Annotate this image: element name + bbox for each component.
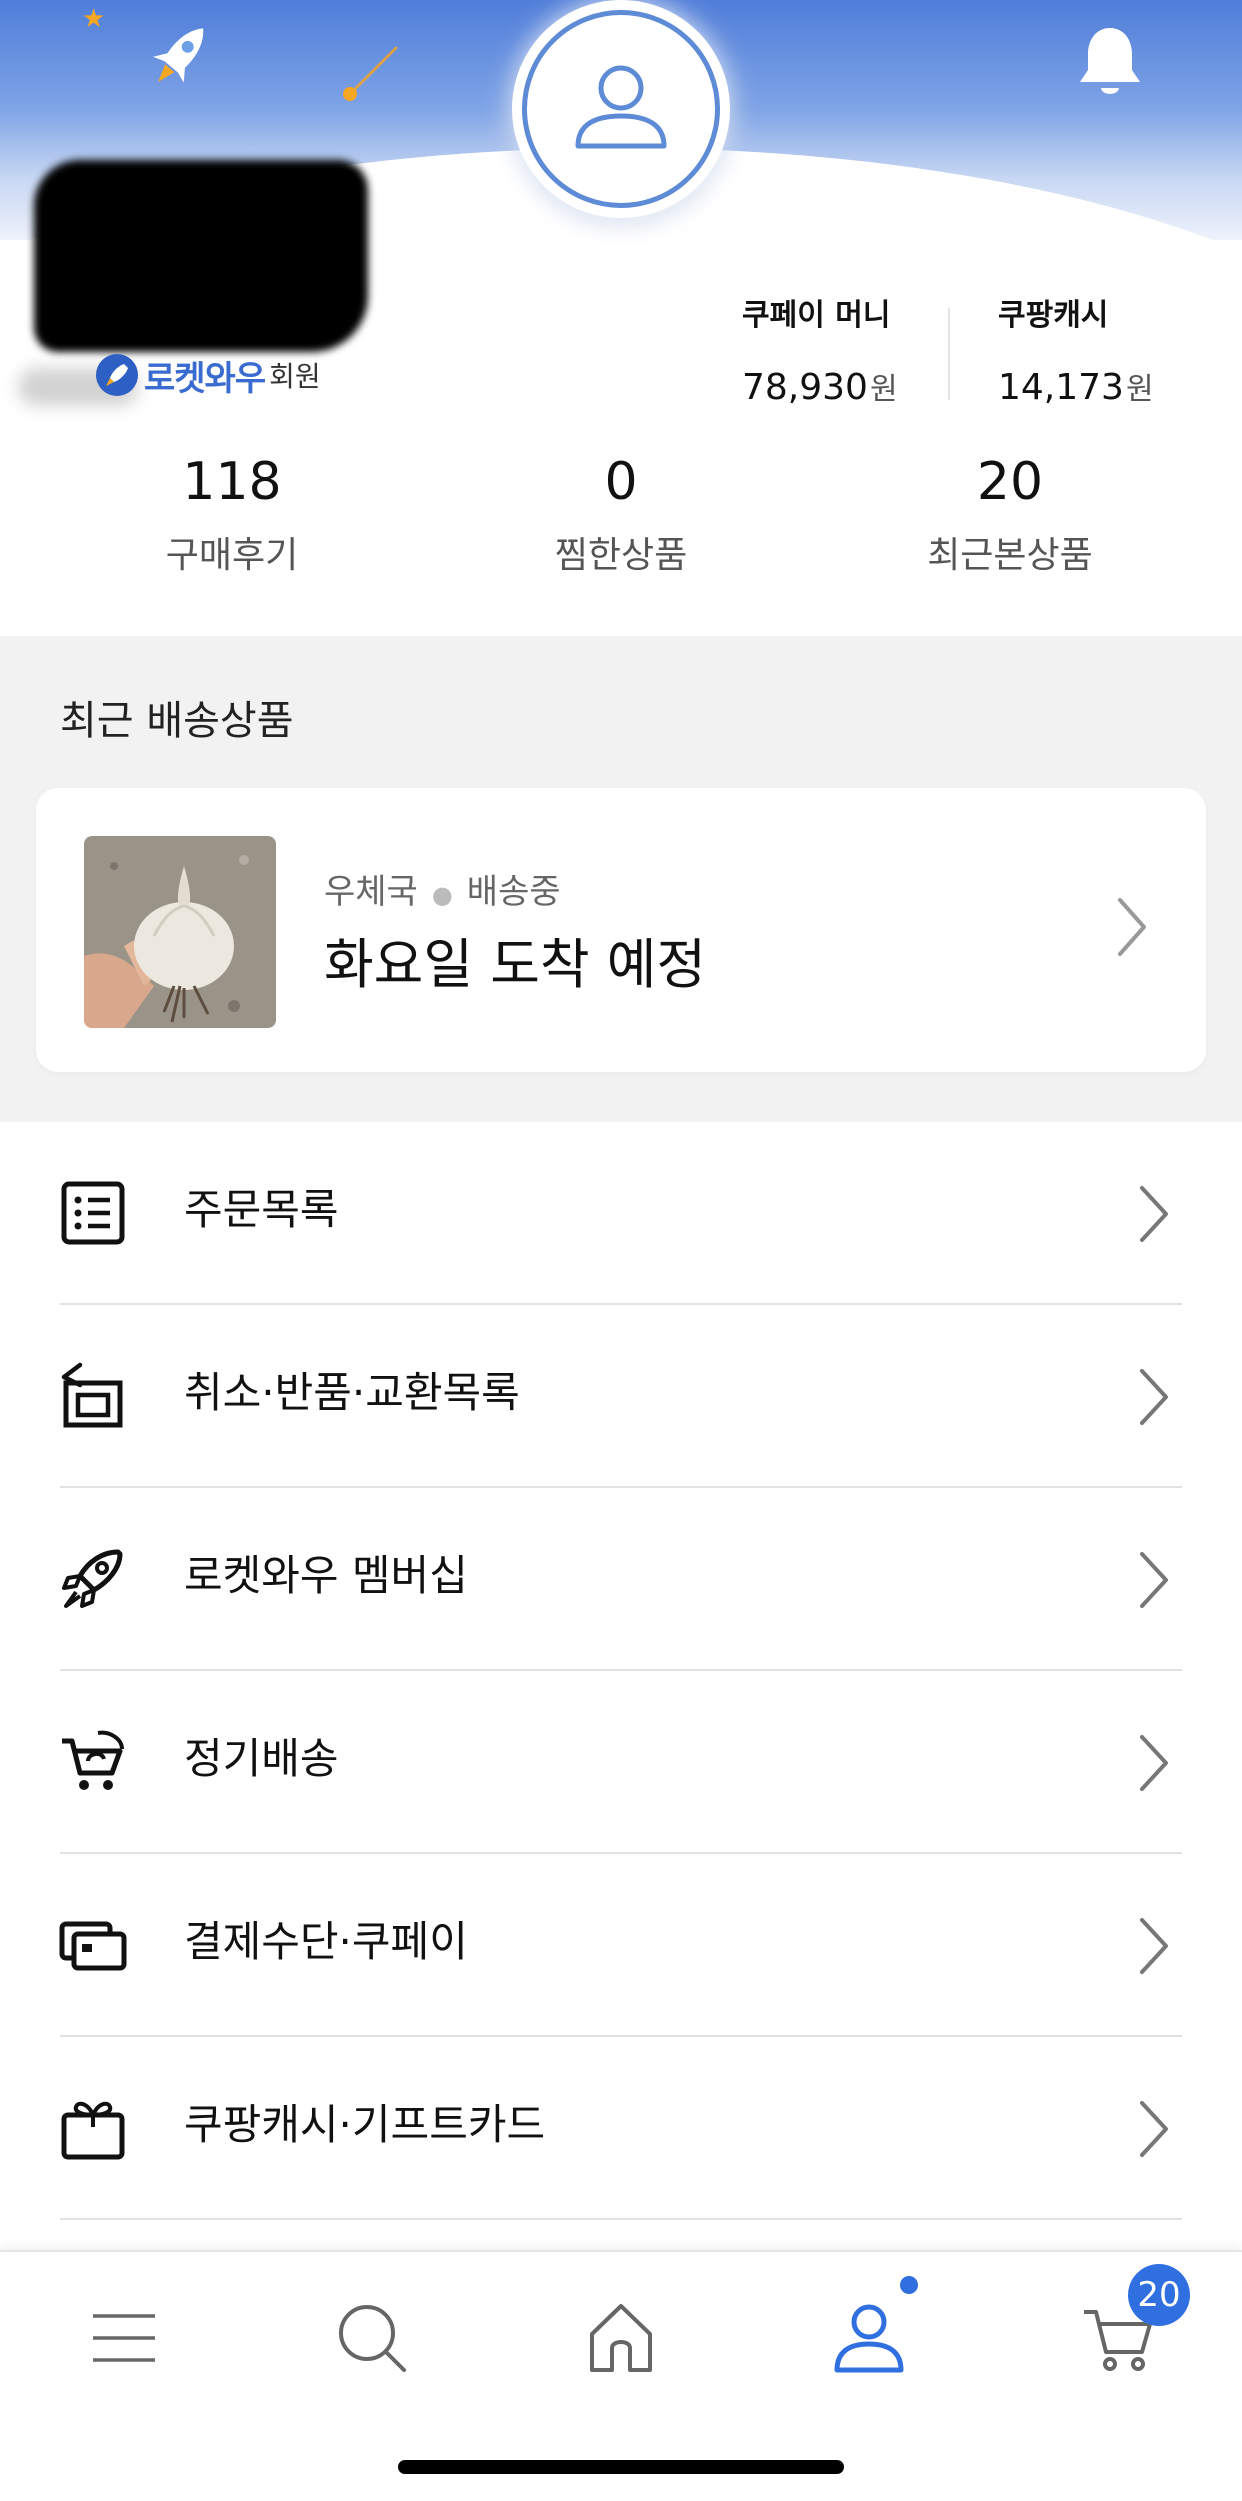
return-icon: [61, 1362, 123, 1428]
membership-suffix: 회원: [269, 360, 321, 393]
home-indicator[interactable]: [398, 2460, 844, 2474]
redacted-user-name: [34, 160, 368, 352]
coupay-money[interactable]: 쿠페이 머니 78,930원: [742, 290, 898, 408]
menu-item-payment-coupay[interactable]: 결제수단·쿠페이: [0, 1854, 1242, 2037]
order-list-icon: [61, 1181, 125, 1245]
coupay-money-value: 78,930원: [742, 364, 898, 408]
my-page-menu: 주문목록 취소·반품·교환목록 로켓와우 멤버십 정기배송 결제수단·쿠페이 쿠…: [0, 1122, 1242, 2220]
chevron-right-icon: [1140, 1918, 1168, 1974]
recent-delivery-title: 최근 배송상품: [60, 698, 294, 744]
nav-search-button[interactable]: [322, 2288, 422, 2388]
product-thumbnail: [84, 836, 276, 1028]
menu-item-label: 쿠팡캐시·기프트카드: [184, 2100, 546, 2149]
nav-home-button[interactable]: [571, 2288, 671, 2388]
menu-item-order-list[interactable]: 주문목록: [0, 1122, 1242, 1305]
stat-reviews-label: 구매후기: [165, 535, 299, 576]
balance-divider: [948, 308, 950, 400]
coupang-cash-value: 14,173원: [998, 364, 1154, 408]
activity-stats: 118 구매후기 0 찜한상품 20 최근본상품: [0, 450, 1242, 590]
rocket-wow-icon: [96, 354, 138, 396]
delivery-card[interactable]: 우체국 ● 배송중 화요일 도착 예정: [36, 788, 1206, 1072]
chevron-right-icon: [1118, 898, 1146, 956]
coupay-money-label: 쿠페이 머니: [742, 298, 891, 333]
stat-wishlist-label: 찜한상품: [554, 535, 688, 576]
recent-delivery-section: 최근 배송상품 우체국 ● 배송중 화요일 도착 예정: [0, 636, 1242, 1122]
chevron-right-icon: [1140, 2101, 1168, 2157]
chevron-right-icon: [1140, 1735, 1168, 1791]
stat-wishlist-count: 0: [604, 452, 638, 512]
profile-avatar[interactable]: [512, 0, 730, 218]
nav-my-page-button[interactable]: [819, 2288, 919, 2388]
delivery-carrier: 우체국: [324, 872, 418, 912]
star-decoration-icon: ★: [82, 4, 106, 34]
rocket-decoration-icon: [153, 28, 204, 83]
delivery-status: 배송중: [466, 872, 561, 912]
delivery-eta: 화요일 도착 예정: [324, 933, 707, 996]
chevron-right-icon: [1140, 1552, 1168, 1608]
delivery-carrier-status: 우체국 ● 배송중: [324, 864, 561, 913]
nav-menu-button[interactable]: [74, 2288, 174, 2388]
menu-item-label: 로켓와우 멤버십: [184, 1551, 468, 1600]
coupang-cash-amount: 14,173: [998, 367, 1124, 408]
payment-card-icon: [59, 1921, 127, 1971]
comet-decoration-icon: [343, 46, 398, 101]
chevron-right-icon: [1140, 1369, 1168, 1425]
menu-item-subscription[interactable]: 정기배송: [0, 1671, 1242, 1854]
coupay-money-amount: 78,930: [742, 367, 868, 408]
subscription-cart-icon: [62, 1730, 124, 1790]
avatar-ring: [522, 10, 720, 208]
cart-count-badge: 20: [1128, 2264, 1190, 2326]
menu-item-cancel-return-exchange[interactable]: 취소·반품·교환목록: [0, 1305, 1242, 1488]
menu-item-label: 주문목록: [184, 1185, 339, 1234]
menu-item-label: 정기배송: [184, 1734, 339, 1783]
stat-reviews-count: 118: [182, 452, 282, 512]
my-page-icon: [834, 2304, 904, 2373]
menu-item-coupang-cash-giftcard[interactable]: 쿠팡캐시·기프트카드: [0, 2037, 1242, 2220]
stat-recently-viewed[interactable]: 20 최근본상품: [860, 450, 1160, 578]
menu-divider: [60, 2218, 1182, 2220]
membership-badge[interactable]: 로켓와우 회원: [96, 350, 321, 400]
menu-icon: [93, 2314, 155, 2362]
menu-item-label: 결제수단·쿠페이: [184, 1917, 468, 1966]
stat-recently-viewed-count: 20: [976, 452, 1044, 512]
stat-wishlist[interactable]: 0 찜한상품: [471, 450, 771, 578]
stat-reviews[interactable]: 118 구매후기: [82, 450, 382, 578]
stat-recently-viewed-label: 최근본상품: [927, 535, 1093, 576]
menu-item-rocket-wow-membership[interactable]: 로켓와우 멤버십: [0, 1488, 1242, 1671]
my-page-notification-dot: [900, 2276, 918, 2294]
separator-dot: ●: [431, 881, 453, 909]
menu-item-label: 취소·반품·교환목록: [184, 1368, 520, 1417]
rocket-icon: [62, 1549, 123, 1608]
home-icon: [590, 2304, 652, 2372]
membership-name: 로켓와우: [144, 358, 266, 399]
coupang-cash-label: 쿠팡캐시: [998, 298, 1109, 333]
chevron-right-icon: [1140, 1186, 1168, 1242]
gift-card-icon: [61, 2101, 125, 2160]
coupang-cash[interactable]: 쿠팡캐시 14,173원: [998, 290, 1154, 408]
coupay-money-unit: 원: [869, 372, 898, 407]
coupang-cash-unit: 원: [1125, 372, 1154, 407]
search-icon: [339, 2305, 406, 2372]
user-icon: [575, 65, 667, 149]
notification-bell-icon[interactable]: [1074, 22, 1146, 102]
